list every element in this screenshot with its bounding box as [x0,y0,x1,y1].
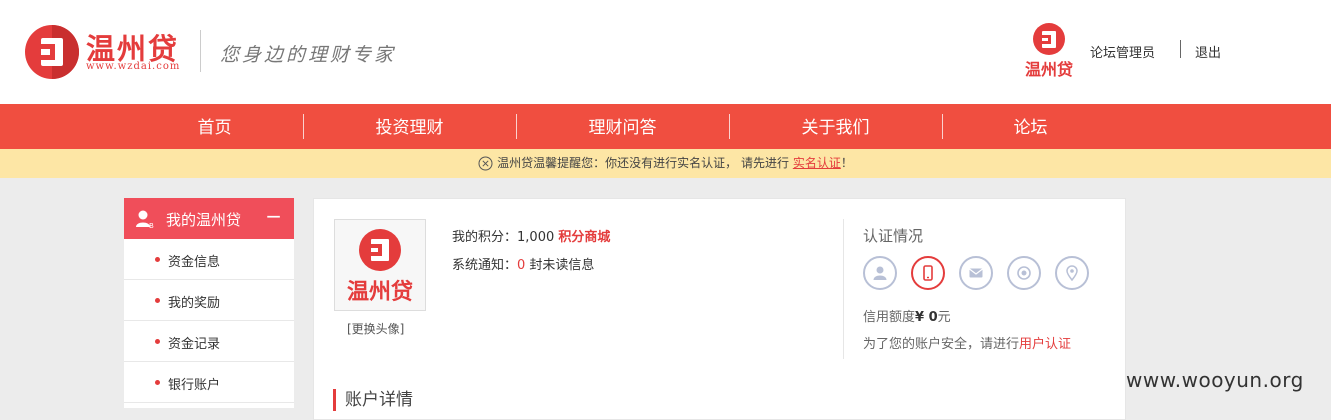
user-name-link[interactable]: 论坛管理员 [1090,42,1155,61]
main-nav: 首页 投资理财 理财问答 关于我们 论坛 [0,104,1331,149]
nav-item-about[interactable]: 关于我们 [729,104,942,149]
sidebar-header[interactable]: B 我的温州贷 − [124,198,294,239]
user-separator [1180,40,1181,58]
security-text: 为了您的账户安全，请进行 [863,337,1020,352]
site-header: 温州贷 www.wzdai.com 您身边的理财专家 温州贷 论坛管理员 退出 [0,0,1331,104]
brand-url: www.wzdai.com [86,61,181,72]
avatar-text: 温州贷 [347,279,413,305]
change-avatar-link[interactable]: [更换头像] [347,320,404,337]
user-icon[interactable] [863,256,897,290]
sidebar-item-label: 银行账户 [168,378,221,393]
sidebar-item-label: 我的奖励 [168,296,221,311]
bullet-icon [155,380,160,385]
user-icon: B [136,210,154,229]
notification-row: 系统通知：0 封未读信息 [452,254,594,273]
sidebar-item-fund-records[interactable]: 资金记录 [124,321,294,362]
header-divider [200,30,201,72]
credit-label: 信用额度 [863,310,916,325]
notice-suffix: ！ [840,156,853,170]
credit-unit: 元 [937,310,951,325]
sidebar-menu: 资金信息 我的奖励 资金记录 银行账户 [124,239,294,408]
real-name-verify-link[interactable]: 实名认证 [793,156,841,170]
close-circle-icon [478,156,493,171]
watermark: www.wooyun.org [1126,368,1304,392]
nav-item-invest[interactable]: 投资理财 [303,104,516,149]
sidebar-title: 我的温州贷 [166,211,242,229]
points-mall-link[interactable]: 积分商城 [558,230,610,245]
user-avatar[interactable]: 温州贷 [1020,22,1078,79]
notify-suffix: 封未读信息 [525,258,595,273]
sidebar-item-label: 资金记录 [168,337,221,352]
credit-value: ¥ 0 [915,310,938,325]
sidebar-item-fund-info[interactable]: 资金信息 [124,239,294,280]
sidebar-item-bank-account[interactable]: 银行账户 [124,362,294,403]
panel-divider [843,219,844,359]
points-row: 我的积分：1,000 积分商城 [452,226,610,245]
nav-item-home[interactable]: 首页 [108,104,321,149]
verification-notice: 温州贷温馨提醒您：你还没有进行实名认证， 请先进行 实名认证！ [0,149,1331,178]
svg-text:B: B [149,222,154,229]
slogan: 您身边的理财专家 [220,44,397,66]
logout-link[interactable]: 退出 [1195,42,1221,61]
collapse-toggle[interactable]: − [265,204,282,228]
profile-avatar: 温州贷 [334,219,426,311]
notify-label: 系统通知： [452,258,518,273]
mail-icon[interactable] [959,256,993,290]
user-avatar-logo-icon: 温州贷 [1024,23,1073,79]
bullet-icon [155,298,160,303]
nav-item-qa[interactable]: 理财问答 [516,104,729,149]
bullet-icon [155,257,160,262]
avatar-logo-icon: 温州贷 [347,229,413,305]
user-avatar-text: 温州贷 [1024,60,1073,78]
user-verify-link[interactable]: 用户认证 [1019,337,1071,352]
security-hint: 为了您的账户安全，请进行用户认证 [863,333,1071,352]
sidebar-item-rewards[interactable]: 我的奖励 [124,280,294,321]
mobile-icon[interactable] [911,256,945,290]
sidebar-item-label: 资金信息 [168,255,221,270]
certification-title: 认证情况 [863,227,924,245]
credit-limit: 信用额度¥ 0元 [863,306,951,325]
brand-logo-icon[interactable] [24,24,80,80]
bullet-icon [155,339,160,344]
points-value: 1,000 [517,230,555,245]
account-overview-panel: 温州贷 [更换头像] 我的积分：1,000 积分商城 系统通知：0 封未读信息 … [313,198,1126,420]
nav-item-forum[interactable]: 论坛 [924,104,1137,149]
points-label: 我的积分： [452,230,518,245]
notice-text: 温州贷温馨提醒您：你还没有进行实名认证， 请先进行 [497,156,789,170]
vip-icon[interactable] [1007,256,1041,290]
location-icon[interactable] [1055,256,1089,290]
